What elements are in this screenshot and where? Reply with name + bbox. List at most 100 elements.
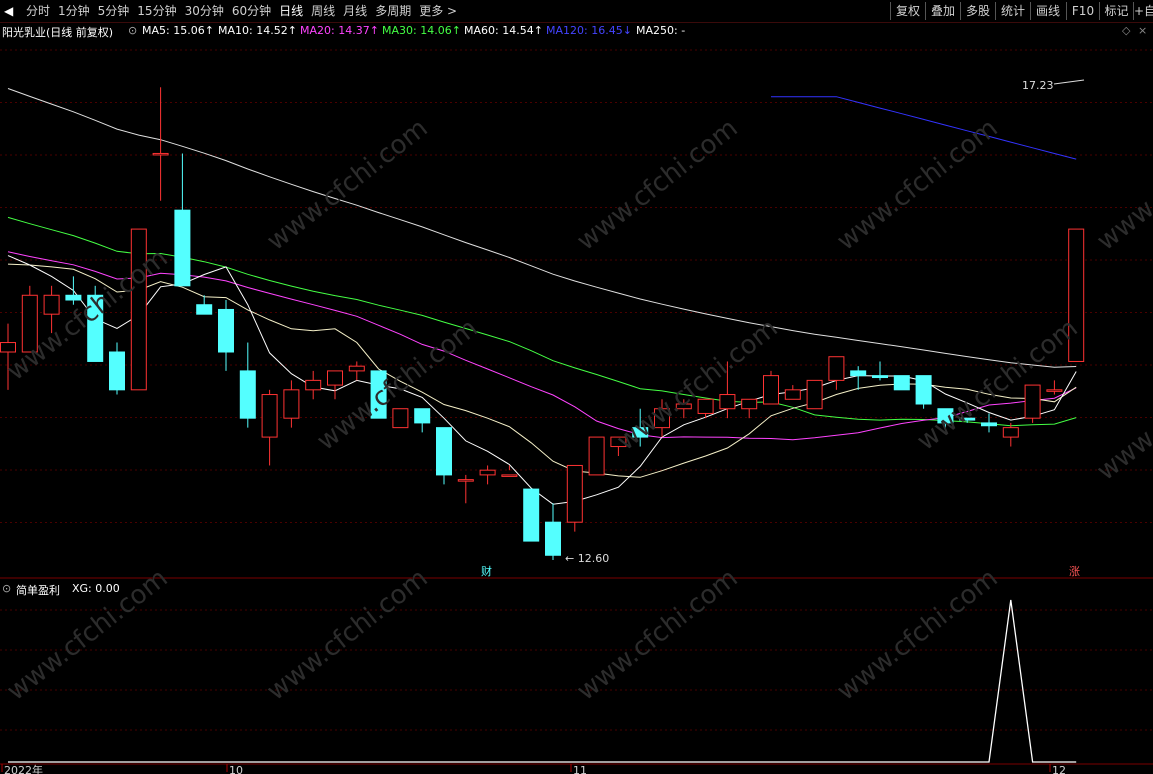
x-axis-label: 10	[229, 764, 243, 774]
candle-down	[65, 294, 82, 301]
tab-1[interactable]: 1分钟	[54, 0, 94, 22]
sub-indicator-toggle-icon[interactable]: ⊙	[2, 582, 11, 595]
candle-down	[87, 294, 104, 362]
candle-up	[1068, 228, 1085, 362]
x-axis-label: 2022年	[4, 763, 43, 774]
toolbar-button-5[interactable]: F10	[1066, 2, 1099, 20]
ma5-label: MA5: 15.06↑	[142, 24, 214, 37]
tab-8[interactable]: 月线	[339, 0, 371, 22]
candle-up	[501, 474, 518, 477]
candle-up	[0, 342, 16, 353]
candle-down	[196, 304, 213, 315]
toolbar-button-0[interactable]: 复权	[890, 2, 925, 20]
candle-down	[915, 375, 932, 405]
candle-up	[479, 469, 496, 476]
candle-up	[675, 403, 692, 410]
ma60-line	[7, 88, 1077, 368]
kline-chart[interactable]: 17.23 ← 12.60 财 涨 2022年 10 11 12	[0, 0, 1153, 774]
candle-down	[959, 417, 976, 421]
candle-down	[414, 408, 431, 424]
candle-down	[174, 209, 191, 287]
event-zhang-marker: 涨	[1069, 565, 1080, 578]
candle-up	[566, 464, 583, 523]
stock-title[interactable]: 阳光乳业(日线 前复权)	[2, 24, 113, 40]
candle-up	[327, 370, 343, 386]
ma30-label: MA30: 14.06↑	[382, 24, 461, 37]
candle-up	[763, 375, 779, 405]
candle-down	[370, 370, 387, 419]
ma120-label: MA120: 16.45↓	[546, 24, 632, 37]
candle-up	[588, 436, 605, 476]
candle-down	[109, 351, 125, 391]
candle-up	[305, 379, 322, 391]
ma20-line	[7, 251, 1077, 441]
candle-up	[654, 408, 670, 429]
candle-up	[697, 398, 714, 414]
candle-down	[218, 308, 234, 353]
tab-6[interactable]: 日线	[275, 0, 307, 22]
x-axis-label: 12	[1052, 764, 1066, 774]
ma60-label: MA60: 14.54↑	[464, 24, 543, 37]
candle-down	[436, 427, 452, 476]
tab-2[interactable]: 5分钟	[94, 0, 134, 22]
tab-7[interactable]: 周线	[307, 0, 339, 22]
tab-9[interactable]: 多周期	[371, 0, 415, 22]
candle-up	[741, 398, 758, 410]
candle-down	[523, 488, 540, 542]
candle-up	[21, 294, 38, 353]
ma250-label: MA250: -	[636, 24, 686, 37]
candle-up	[784, 389, 801, 400]
candle-up	[610, 436, 627, 448]
ma-info-line: 阳光乳业(日线 前复权) ⊙ MA5: 15.06↑ MA10: 14.52↑ …	[0, 24, 1153, 40]
candle-down	[632, 427, 649, 438]
candle-down	[981, 422, 997, 427]
toolbar-button-7[interactable]: +自	[1133, 2, 1153, 20]
candle-up	[1024, 384, 1041, 419]
toolbar-button-6[interactable]: 标记	[1099, 2, 1133, 20]
candle-down	[545, 521, 561, 556]
candle-up	[43, 294, 60, 315]
candle-down	[893, 375, 910, 391]
ma-toggle-icon[interactable]: ⊙	[128, 24, 137, 37]
candle-up	[1002, 427, 1019, 438]
candle-up	[392, 408, 409, 429]
candle-up	[130, 228, 147, 391]
candle-up	[261, 394, 278, 438]
candle-down	[850, 370, 867, 377]
tab-3[interactable]: 15分钟	[133, 0, 180, 22]
candle-up	[1046, 389, 1063, 392]
candle-up	[719, 394, 736, 410]
xg-signal-line	[8, 599, 1077, 763]
toolbar-button-4[interactable]: 画线	[1030, 2, 1065, 20]
candle-up	[457, 479, 474, 482]
ma10-label: MA10: 14.52↑	[218, 24, 297, 37]
back-arrow-icon[interactable]: ◀	[4, 3, 20, 19]
toolbar-button-1[interactable]: 叠加	[925, 2, 960, 20]
tab-0[interactable]: 分时	[22, 0, 54, 22]
high-price-pointer	[1053, 79, 1085, 85]
candle-up	[348, 365, 365, 372]
tab-4[interactable]: 30分钟	[181, 0, 228, 22]
high-price-label: 17.23	[1022, 79, 1054, 92]
tab-10[interactable]: 更多 >	[415, 0, 461, 22]
event-cai-marker: 财	[481, 564, 492, 578]
candle-up	[152, 152, 169, 156]
toolbar-button-2[interactable]: 多股	[960, 2, 995, 20]
ma10-line	[7, 263, 1077, 478]
ma20-label: MA20: 14.37↑	[300, 24, 379, 37]
diamond-icon[interactable]: ◇	[1122, 24, 1130, 37]
candle-up	[283, 389, 300, 419]
ma120-line	[771, 96, 1077, 160]
candle-down	[872, 375, 888, 379]
x-axis-label: 11	[573, 764, 587, 774]
low-price-label: ← 12.60	[565, 552, 609, 565]
sub-indicator-name[interactable]: 简单盈利	[16, 582, 60, 598]
toolbar-button-3[interactable]: 统计	[995, 2, 1030, 20]
close-icon[interactable]: ×	[1138, 24, 1147, 37]
period-toolbar: 分时 1分钟 5分钟 15分钟 30分钟 60分钟 日线 周线 月线 多周期 更多 > 复权 叠加 多股…	[0, 0, 1153, 23]
xg-value: XG: 0.00	[72, 582, 120, 595]
tab-5[interactable]: 60分钟	[228, 0, 275, 22]
candle-up	[828, 356, 845, 381]
period-tabs: 分时 1分钟 5分钟 15分钟 30分钟 60分钟 日线 周线 月线 多周期 更多 >	[22, 0, 461, 22]
candle-down	[937, 408, 954, 424]
